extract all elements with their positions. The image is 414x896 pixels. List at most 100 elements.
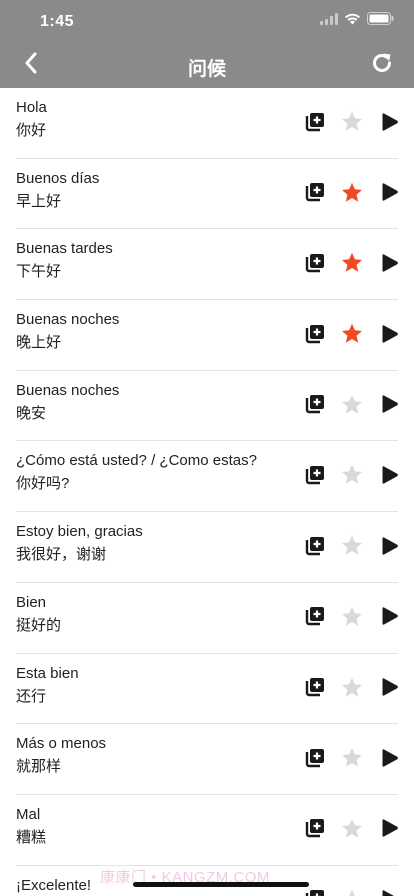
add-to-list-icon [304,817,326,844]
add-to-list-icon [304,676,326,703]
cellular-icon [320,12,338,30]
play-audio-button[interactable] [378,607,402,631]
play-audio-button[interactable] [378,536,402,560]
star-icon [341,464,363,490]
phrase-translation: 下午好 [16,263,62,281]
play-audio-button[interactable] [378,183,402,207]
phrase-list: Hola 你好 Buenos días 早上好 Buenas tardes 下午好 Buen… [0,88,414,896]
phrase-text-block: Mal 糟糕 [16,805,46,848]
add-to-list-button[interactable] [303,183,327,207]
star-icon [341,535,363,561]
play-audio-button[interactable] [378,465,402,489]
phrase-text-block: Bien 挺好的 [16,593,61,636]
play-audio-button[interactable] [378,748,402,772]
add-to-list-button[interactable] [303,395,327,419]
star-icon [341,394,363,420]
favorite-button[interactable] [340,889,364,896]
favorite-button[interactable] [340,253,364,277]
phrase-row[interactable]: ¿Cómo está usted? / ¿Como estas? 你好吗? [0,441,414,512]
star-icon [341,818,363,844]
phrase-text-block: Más o menos 就那样 [16,734,106,777]
phrase-spanish: Buenas tardes [16,240,113,258]
phrase-spanish: Buenas noches [16,311,120,329]
add-to-list-button[interactable] [303,324,327,348]
play-icon [381,112,399,137]
favorite-button[interactable] [340,182,364,208]
star-icon [341,252,363,278]
add-to-list-icon [304,252,326,279]
phrase-text-block: Buenas noches 晚安 [16,381,119,424]
phrase-spanish: Estoy bien, gracias [16,523,143,541]
phrase-text-block: Buenas tardes 下午好 [16,239,113,282]
add-to-list-icon [304,535,326,562]
play-audio-button[interactable] [378,890,402,896]
phrase-text-block: ¡Excelente! [16,876,91,896]
add-to-list-button[interactable] [303,536,327,560]
phrase-translation: 早上好 [16,192,62,210]
phrase-text-block: Esta bien 还行 [16,664,79,707]
favorite-button[interactable] [340,465,364,489]
play-audio-button[interactable] [378,324,402,348]
phrase-row[interactable]: Mal 糟糕 [0,795,414,866]
add-to-list-button[interactable] [303,112,327,136]
phrase-spanish: Más o menos [16,735,107,753]
phrase-spanish: ¿Cómo está usted? / ¿Como estas? [16,452,257,470]
favorite-button[interactable] [340,747,364,773]
status-time: 1:45 [40,13,75,30]
star-icon [341,111,363,137]
favorite-button[interactable] [340,535,364,561]
phrase-translation: 挺好的 [16,616,62,634]
play-icon [381,536,399,561]
play-audio-button[interactable] [378,112,402,136]
phrase-row[interactable]: Buenas tardes 下午好 [0,229,414,300]
add-to-list-icon [304,393,326,420]
play-icon [381,748,399,773]
phrase-row[interactable]: Hola 你好 [0,88,414,159]
add-to-list-button[interactable] [303,607,327,631]
phrase-translation: 晚上好 [16,334,62,352]
play-icon [381,324,399,349]
add-to-list-button[interactable] [303,465,327,489]
phrase-spanish: Buenos días [16,169,100,187]
phrase-row[interactable]: Más o menos 就那样 [0,724,414,795]
star-icon [341,889,363,896]
phrase-translation: 我很好，谢谢 [16,546,107,564]
phrase-row[interactable]: Buenas noches 晚上好 [0,300,414,371]
play-icon [381,889,399,896]
favorite-button[interactable] [340,677,364,703]
add-to-list-button[interactable] [303,819,327,843]
favorite-button[interactable] [340,394,364,420]
add-to-list-button[interactable] [303,678,327,702]
add-to-list-button[interactable] [303,890,327,896]
star-icon [341,747,363,773]
star-icon [341,677,363,703]
add-to-list-icon [304,323,326,350]
favorite-button[interactable] [340,606,364,631]
add-to-list-button[interactable] [303,253,327,277]
phrase-row[interactable]: Bien 挺好的 [0,583,414,654]
phrase-text-block: Buenas noches 晚上好 [16,310,119,353]
phrase-row[interactable]: Estoy bien, gracias 我很好，谢谢 [0,512,414,583]
play-audio-button[interactable] [378,678,402,702]
play-icon [381,465,399,490]
favorite-button[interactable] [340,323,364,348]
play-audio-button[interactable] [378,253,402,277]
page-title: 问候 [187,59,226,80]
phrase-spanish: Mal [16,805,41,823]
home-indicator [133,882,309,887]
navigation-bar: 1:45 问候 [0,0,414,88]
phrase-row[interactable]: Buenos días 早上好 [0,159,414,230]
star-icon [341,182,363,208]
play-audio-button[interactable] [378,819,402,843]
phrase-translation: 晚安 [16,404,47,422]
phrase-text-block: Buenos días 早上好 [16,169,99,212]
play-audio-button[interactable] [378,395,402,419]
phrase-row[interactable]: Esta bien 还行 [0,654,414,725]
favorite-button[interactable] [340,818,364,844]
favorite-button[interactable] [340,111,364,137]
play-icon [381,182,399,207]
phrase-translation: 你好吗? [16,475,70,493]
add-to-list-button[interactable] [303,748,327,772]
phrase-row[interactable]: Buenas noches 晚安 [0,371,414,442]
refresh-button[interactable] [368,51,396,79]
